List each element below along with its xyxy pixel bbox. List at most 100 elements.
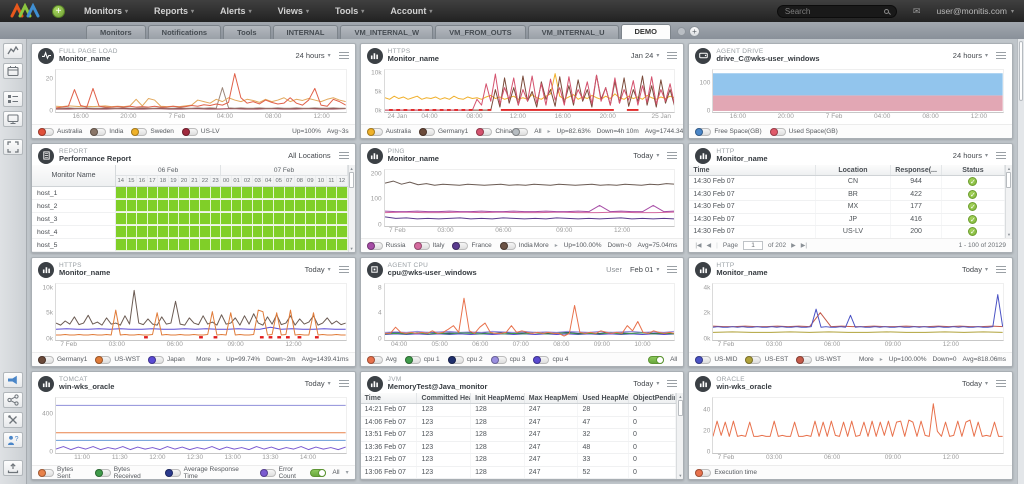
legend-switch[interactable] [796,355,813,364]
table-scrollbar[interactable]: ▲ ▼ [676,393,684,479]
period-select[interactable]: 24 hours ▾ [953,51,988,60]
legend-toggle-us-lv[interactable]: US-LV [181,127,220,136]
sidebar-button-list[interactable] [3,91,23,107]
scroll-thumb[interactable] [349,172,355,188]
legend-switch[interactable] [452,241,469,250]
sidebar-button-eject[interactable] [3,460,23,476]
legend-toggle-germany1[interactable]: Germany1 [418,127,468,136]
scroll-down-icon[interactable]: ▼ [678,473,682,478]
report-status-cell[interactable] [337,226,348,238]
legend-switch[interactable] [148,355,164,364]
add-tab-button[interactable]: + [689,26,701,37]
table-row[interactable]: 13:51 Feb 07 123 128 247 32 0 [360,429,677,442]
legend-toggle-bytes-received[interactable]: Bytes Received [94,466,157,479]
report-status-cell[interactable] [179,239,190,251]
scroll-up-icon[interactable]: ▲ [678,394,682,399]
report-status-cell[interactable] [284,239,296,251]
report-status-cell[interactable] [305,239,317,251]
report-status-cell[interactable] [179,200,190,212]
report-status-cell[interactable] [273,200,285,212]
report-status-cell[interactable] [242,187,253,199]
sidebar-button-feedback[interactable]: ? [3,432,23,448]
period-select[interactable]: Today ▾ [962,379,988,388]
menu-tools[interactable]: Tools ▾ [322,0,377,22]
sidebar-button-line-chart[interactable] [3,43,23,59]
legend-toggle-germany1[interactable]: Germany1 [38,355,87,364]
report-status-cell[interactable] [273,187,285,199]
report-status-cell[interactable] [242,200,253,212]
report-status-cell[interactable] [263,200,274,212]
report-status-cell[interactable] [337,213,348,225]
report-status-cell[interactable] [126,213,138,225]
report-status-cell[interactable] [168,226,180,238]
report-status-cell[interactable] [221,200,232,212]
legend-toggle-execution-time[interactable]: Execution time [695,468,757,477]
period-select[interactable]: Today ▾ [633,379,659,388]
all-series-toggle[interactable] [310,468,327,477]
report-status-cell[interactable] [305,213,317,225]
search-input[interactable]: Search [776,4,897,18]
scroll-down-icon[interactable]: ▼ [1007,232,1011,237]
report-status-cell[interactable] [221,226,232,238]
report-status-cell[interactable] [337,239,348,251]
table-row[interactable]: 13:06 Feb 07 123 128 247 52 0 [360,466,677,479]
report-status-cell[interactable] [179,213,190,225]
pager-page-input[interactable]: 1 [743,241,764,250]
search-icon[interactable] [883,8,889,14]
report-status-cell[interactable] [158,213,169,225]
sidebar-button-calendar[interactable] [3,63,23,79]
report-status-cell[interactable] [316,187,327,199]
report-status-cell[interactable] [168,213,180,225]
report-status-cell[interactable] [189,213,201,225]
legend-switch[interactable] [366,355,383,364]
table-row[interactable]: 14:06 Feb 07 123 128 247 47 0 [360,416,677,429]
legend-switch[interactable] [533,355,550,364]
sidebar-button-share[interactable] [3,392,23,408]
table-row[interactable]: 14:30 Feb 07 CN 944 ✓ [689,176,1005,189]
report-status-cell[interactable] [137,239,148,251]
legend-toggle-cpu-1[interactable]: cpu 1 [404,355,440,364]
report-status-cell[interactable] [252,239,264,251]
all-locations-switch[interactable] [512,127,529,136]
report-status-cell[interactable] [337,187,348,199]
legend-toggle-australia[interactable]: Australia [366,127,411,136]
report-status-cell[interactable] [200,200,211,212]
tab-internal[interactable]: INTERNAL [272,25,339,39]
report-status-cell[interactable] [316,239,327,251]
report-status-cell[interactable] [316,200,327,212]
menu-monitors[interactable]: Monitors ▾ [71,0,141,22]
widget-menu-icon[interactable] [995,379,1006,388]
period-select[interactable]: Today ▾ [305,265,331,274]
legend-switch[interactable] [695,355,712,364]
report-status-cell[interactable] [231,187,243,199]
tab-vm-internal-u[interactable]: VM_INTERNAL_U [527,25,619,39]
report-status-cell[interactable] [168,187,180,199]
legend-switch[interactable] [476,127,493,136]
legend-toggle-error-count[interactable]: Error Count [259,466,311,479]
widget-menu-icon[interactable] [995,51,1006,60]
widget-menu-icon[interactable] [667,151,678,160]
all-series-toggle[interactable] [648,355,665,364]
menu-account[interactable]: Account ▾ [377,0,445,22]
report-status-cell[interactable] [168,200,180,212]
menu-reports[interactable]: Reports ▾ [141,0,207,22]
report-status-cell[interactable] [305,187,317,199]
report-status-cell[interactable] [189,226,201,238]
report-status-cell[interactable] [179,226,190,238]
legend-switch[interactable] [38,127,54,136]
report-status-cell[interactable] [126,239,138,251]
report-status-cell[interactable] [252,200,264,212]
report-status-cell[interactable] [326,187,338,199]
report-status-cell[interactable] [147,200,159,212]
report-status-cell[interactable] [210,226,222,238]
legend-switch[interactable] [94,468,111,477]
report-status-cell[interactable] [242,226,253,238]
report-status-cell[interactable] [126,226,138,238]
report-status-cell[interactable] [231,226,243,238]
report-status-cell[interactable] [200,187,211,199]
sidebar-button-monitor[interactable] [3,111,23,127]
legend-switch[interactable] [164,468,181,477]
tab-monitors[interactable]: Monitors [86,25,146,39]
sidebar-button-tools[interactable] [3,412,23,428]
report-status-cell[interactable] [168,239,180,251]
